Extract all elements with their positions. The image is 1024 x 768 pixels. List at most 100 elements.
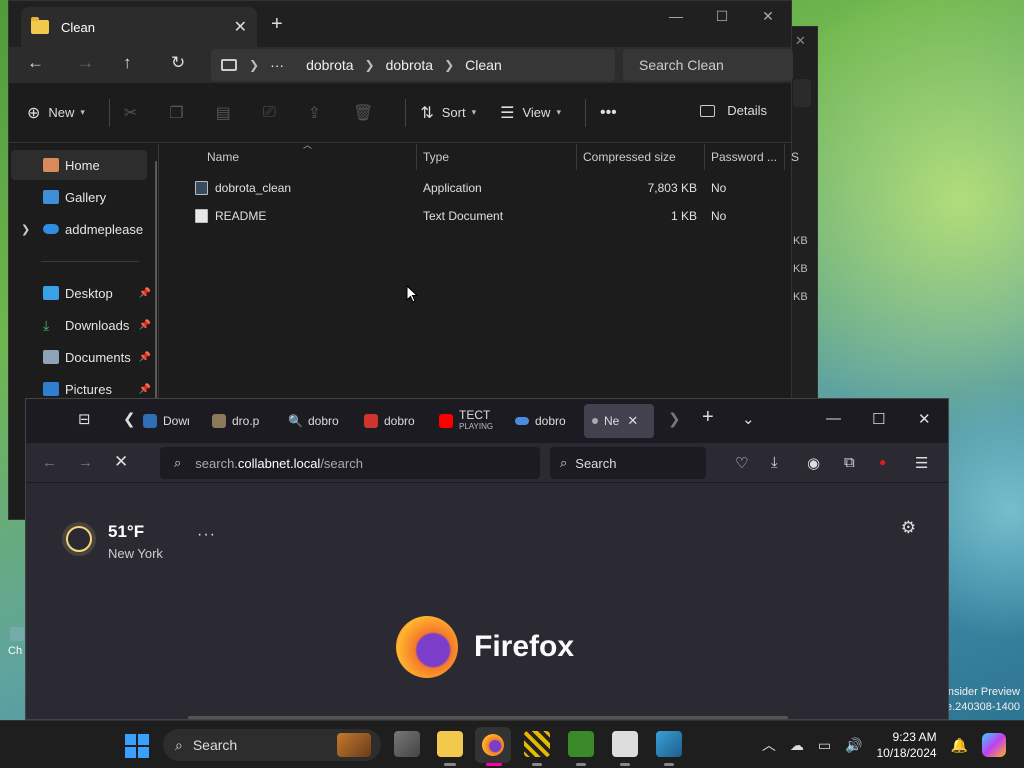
chevron-up-icon[interactable]: ︿ [762, 735, 776, 755]
weather-widget[interactable]: 51°F New York [66, 522, 163, 561]
menu-icon[interactable]: ☰ [915, 454, 928, 472]
forward-icon[interactable]: → [78, 454, 93, 471]
maximize-icon[interactable]: ☐ [699, 5, 745, 27]
back-icon[interactable]: ← [27, 53, 44, 73]
app-icon[interactable] [656, 731, 682, 757]
scroll-tabs-right-icon[interactable]: ❯ [668, 410, 681, 428]
url-bar[interactable]: ⌕ search. collabnet.local/search [160, 447, 540, 479]
sidebar-item-desktop[interactable]: Desktop 📌 [11, 278, 151, 308]
minimize-icon[interactable]: — [826, 410, 841, 427]
cut-button[interactable]: ✂ [124, 103, 145, 123]
explorer-navbar: ← → ↑ ↻ ❯ ··· dobrota ❯ dobrota ❯ Clean … [9, 47, 793, 83]
column-header-size[interactable]: Si [785, 144, 799, 170]
chevron-right-icon[interactable]: ❯ [21, 223, 30, 236]
new-tab-button[interactable]: + [702, 406, 714, 429]
view-button[interactable]: ☰ View ▾ [500, 103, 561, 123]
java-icon[interactable] [612, 731, 638, 757]
home-icon [43, 158, 59, 172]
ublock-origin-icon[interactable]: ● [879, 455, 886, 469]
taskbar-search[interactable]: ⌕ Search [163, 729, 381, 761]
more-options-button[interactable]: ••• [600, 104, 625, 122]
file-row[interactable]: dobrota_clean Application 7,803 KB No [189, 174, 789, 202]
breadcrumb-item[interactable]: dobrota [386, 57, 433, 73]
close-window-icon[interactable]: ✕ [745, 5, 791, 27]
minecraft-icon[interactable] [568, 731, 594, 757]
share-button[interactable]: ⇪ [308, 103, 329, 123]
sidebar-item-gallery[interactable]: Gallery [11, 182, 147, 212]
notification-bell-icon[interactable]: 🔔 [951, 737, 968, 754]
browser-tab[interactable]: 🔍 dobro [288, 404, 344, 438]
sidebar-item-onedrive[interactable]: ❯ addmeplease - P [11, 214, 147, 244]
chevron-right-icon[interactable]: ❯ [365, 58, 375, 72]
account-icon[interactable]: ◉ [807, 454, 820, 472]
close-icon[interactable]: ✕ [795, 33, 806, 49]
up-icon[interactable]: ↑ [123, 53, 132, 73]
sidebar-item-home[interactable]: Home [11, 150, 147, 180]
back-icon[interactable]: ← [42, 454, 57, 471]
scroll-tabs-left-icon[interactable]: ❮ [123, 410, 136, 428]
browser-tab[interactable]: Down [143, 404, 189, 438]
browser-tab[interactable]: dobro [515, 404, 571, 438]
copy-button[interactable]: ❐ [169, 103, 191, 123]
horizontal-scrollbar[interactable] [188, 716, 788, 719]
details-button[interactable]: Details [700, 103, 767, 118]
forward-icon[interactable]: → [77, 53, 94, 73]
breadcrumb-item[interactable]: Clean [465, 57, 502, 73]
file-explorer-icon[interactable] [437, 731, 463, 757]
firefox-taskbar-button[interactable] [475, 727, 511, 763]
delete-button[interactable]: 🗑 [353, 103, 381, 123]
browser-tab[interactable]: dro.p [212, 404, 266, 438]
sidebar-scrollbar[interactable] [155, 161, 157, 401]
browser-tab-active[interactable]: Ne ✕ [584, 404, 654, 438]
browser-tab-playing[interactable]: TECT PLAYING [439, 404, 499, 438]
list-all-tabs-icon[interactable]: ⌄ [742, 410, 755, 428]
chevron-right-icon[interactable]: ❯ [249, 58, 259, 72]
close-window-icon[interactable]: ✕ [918, 410, 931, 428]
gear-icon[interactable]: ⚙ [901, 518, 916, 538]
task-view-icon[interactable] [394, 731, 420, 757]
copilot-icon[interactable] [982, 733, 1006, 757]
onedrive-icon[interactable]: ☁ [790, 737, 804, 754]
new-button[interactable]: ⊕ New ▾ [27, 103, 85, 123]
close-tab-icon[interactable]: ✕ [627, 413, 638, 429]
network-icon[interactable]: ▭ [818, 737, 831, 754]
column-header-type[interactable]: Type [417, 144, 577, 170]
firefox-window: ⊟ ❮ Down dro.p 🔍 dobro dobro TECT PLAYIN… [25, 398, 949, 720]
maximize-icon[interactable]: ☐ [872, 410, 885, 428]
app-icon[interactable] [524, 731, 550, 757]
breadcrumb-item[interactable]: dobrota [306, 57, 353, 73]
sidebar-item-documents[interactable]: Documents 📌 [11, 342, 151, 372]
new-tab-button[interactable]: + [271, 13, 283, 36]
file-row[interactable]: README Text Document 1 KB No [189, 202, 789, 230]
breadcrumb-overflow[interactable]: ··· [270, 57, 284, 73]
start-button[interactable] [125, 734, 149, 758]
explorer-tab[interactable]: Clean ✕ [21, 7, 257, 47]
firefox-view-icon[interactable]: ⊟ [78, 410, 91, 428]
paste-button[interactable]: ▤ [216, 103, 239, 123]
rename-button[interactable]: ⎚ [263, 104, 284, 122]
column-header-password[interactable]: Password ... [705, 144, 785, 170]
minimize-icon[interactable]: — [653, 5, 699, 27]
address-bar[interactable]: ❯ ··· dobrota ❯ dobrota ❯ Clean [211, 49, 615, 81]
web-search-input[interactable]: ⌕ Search [550, 447, 706, 479]
taskbar: ⌕ Search ︿ ☁ ▭ 🔊 9:23 AM 10/18/2024 🔔 [0, 720, 1024, 768]
explorer-search-input[interactable]: Search Clean [623, 49, 793, 81]
refresh-icon[interactable]: ↻ [171, 53, 185, 73]
clock[interactable]: 9:23 AM 10/18/2024 [877, 729, 937, 761]
desktop-shortcut[interactable]: Ch [0, 625, 26, 657]
weather-location: New York [108, 546, 163, 561]
close-tab-icon[interactable]: ✕ [234, 17, 247, 37]
column-header-compressed-size[interactable]: Compressed size [577, 144, 705, 170]
sidebar-item-downloads[interactable]: ⤓ Downloads 📌 [11, 310, 151, 340]
pocket-icon[interactable]: ♡ [735, 454, 748, 472]
sort-button[interactable]: ⇅ Sort ▾ [420, 103, 476, 123]
more-options-icon[interactable]: ··· [197, 526, 216, 544]
downloads-icon[interactable]: ⤓ [771, 454, 778, 471]
column-header-name[interactable]: Name [201, 144, 417, 170]
stop-loading-icon[interactable]: ✕ [114, 452, 128, 472]
chevron-right-icon[interactable]: ❯ [444, 58, 454, 72]
browser-tab[interactable]: dobro [364, 404, 420, 438]
command-bar: ⊕ New ▾ ✂ ❐ ▤ ⎚ ⇪ 🗑 ⇅ Sort ▾ ☰ View ▾ ••… [9, 83, 791, 143]
volume-icon[interactable]: 🔊 [845, 737, 862, 754]
extensions-icon[interactable]: ⧉ [844, 454, 855, 471]
